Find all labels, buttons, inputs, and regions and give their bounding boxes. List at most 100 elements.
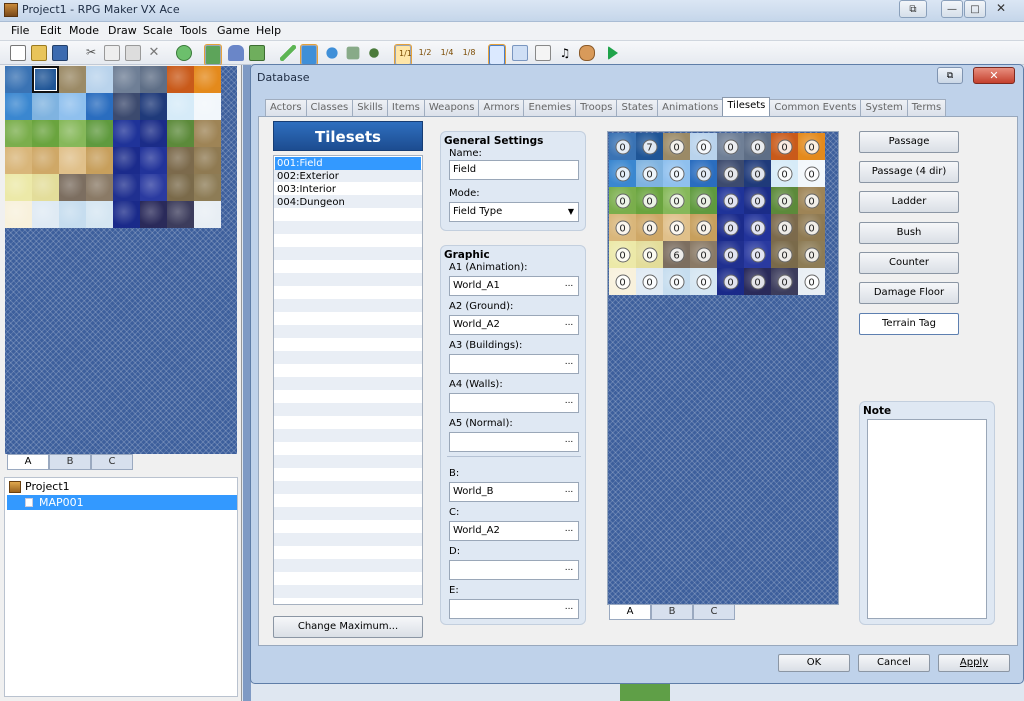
tile[interactable]: 0	[771, 160, 798, 187]
menu-tools[interactable]: Tools	[180, 24, 207, 37]
script-editor-icon[interactable]	[535, 45, 551, 61]
tile[interactable]: 0	[636, 241, 663, 268]
tile[interactable]: 0	[690, 160, 717, 187]
tile[interactable]: 7	[636, 133, 663, 160]
tile[interactable]: 0	[717, 133, 744, 160]
tile[interactable]: 0	[636, 160, 663, 187]
tile[interactable]	[140, 201, 167, 228]
event-layer-icon[interactable]	[228, 45, 244, 61]
note-textarea[interactable]	[867, 419, 987, 619]
cut-icon[interactable]: ✂	[83, 45, 99, 61]
tile[interactable]: 0	[636, 187, 663, 214]
tile[interactable]	[113, 201, 140, 228]
tile[interactable]	[140, 174, 167, 201]
tile[interactable]	[32, 147, 59, 174]
tile[interactable]: 0	[690, 133, 717, 160]
tile[interactable]: 0	[690, 268, 717, 295]
graphic-field-input[interactable]: ...	[449, 599, 579, 619]
tile[interactable]: 0	[771, 133, 798, 160]
new-icon[interactable]	[10, 45, 26, 61]
tile[interactable]: 0	[609, 214, 636, 241]
tile[interactable]: 0	[744, 160, 771, 187]
tile[interactable]: 0	[717, 268, 744, 295]
tile[interactable]: 0	[744, 187, 771, 214]
tile[interactable]: 0	[798, 214, 825, 241]
character-generator-icon[interactable]	[579, 45, 595, 61]
palette-tab-c[interactable]: C	[91, 454, 133, 470]
preview-tab-b[interactable]: B	[651, 604, 693, 620]
menu-scale[interactable]: Scale	[143, 24, 173, 37]
menu-mode[interactable]: Mode	[69, 24, 99, 37]
tile[interactable]: 0	[771, 187, 798, 214]
tile[interactable]	[59, 93, 86, 120]
tab-classes[interactable]: Classes	[305, 99, 354, 116]
tile[interactable]: 0	[717, 214, 744, 241]
tile[interactable]: 0	[609, 187, 636, 214]
graphic-field-input[interactable]: ...	[449, 354, 579, 374]
tile[interactable]: 0	[771, 241, 798, 268]
playtest-icon[interactable]	[608, 46, 618, 60]
tile[interactable]	[86, 93, 113, 120]
shadow-pen-icon[interactable]	[369, 48, 379, 58]
tile[interactable]: 0	[771, 268, 798, 295]
tileset-item-selected[interactable]: 001:Field	[275, 157, 421, 170]
tile[interactable]	[59, 201, 86, 228]
tile[interactable]	[113, 120, 140, 147]
tile[interactable]	[32, 93, 59, 120]
tile[interactable]: 0	[744, 241, 771, 268]
tile[interactable]	[194, 201, 221, 228]
menu-draw[interactable]: Draw	[108, 24, 137, 37]
damage-floor-button[interactable]: Damage Floor	[859, 282, 959, 304]
tile[interactable]: 0	[690, 241, 717, 268]
tile[interactable]	[140, 120, 167, 147]
save-icon[interactable]	[52, 45, 68, 61]
tile[interactable]	[5, 120, 32, 147]
tile[interactable]	[32, 120, 59, 147]
graphic-field-input[interactable]: ...	[449, 393, 579, 413]
tile[interactable]: 0	[798, 133, 825, 160]
close-window-button[interactable]: ✕	[988, 1, 1014, 19]
tile[interactable]: 0	[636, 214, 663, 241]
change-maximum-button[interactable]: Change Maximum...	[273, 616, 423, 638]
tile[interactable]	[113, 66, 140, 93]
menu-game[interactable]: Game	[217, 24, 250, 37]
ellipse-icon[interactable]	[326, 47, 338, 59]
flood-fill-icon[interactable]	[346, 46, 360, 60]
tile[interactable]: 0	[663, 160, 690, 187]
graphic-field-input[interactable]: World_A1...	[449, 276, 579, 296]
mode-select[interactable]: Field Type ▼	[449, 202, 579, 222]
tab-armors[interactable]: Armors	[478, 99, 525, 116]
tileset-preview[interactable]: 0700000000000000000000000000000000600000…	[607, 131, 839, 605]
graphic-field-input[interactable]: World_A2...	[449, 521, 579, 541]
maximize-window-button[interactable]: □	[964, 0, 986, 18]
tile[interactable]	[5, 174, 32, 201]
tile[interactable]: 0	[744, 214, 771, 241]
browse-button[interactable]: ...	[562, 395, 576, 411]
tile[interactable]: 0	[663, 268, 690, 295]
scale-1-8-icon[interactable]: 1/8	[461, 45, 477, 61]
dialog-close-button[interactable]: ✕	[973, 67, 1015, 84]
tile[interactable]: 0	[609, 268, 636, 295]
database-icon[interactable]	[488, 44, 506, 66]
bush-button[interactable]: Bush	[859, 222, 959, 244]
tile[interactable]: 0	[663, 133, 690, 160]
open-icon[interactable]	[31, 45, 47, 61]
tile[interactable]	[86, 201, 113, 228]
tile[interactable]	[32, 174, 59, 201]
tile[interactable]	[167, 174, 194, 201]
tile[interactable]: 0	[690, 187, 717, 214]
tile[interactable]	[32, 201, 59, 228]
tile-palette[interactable]	[5, 66, 237, 454]
apply-button[interactable]: Apply	[938, 654, 1010, 672]
browse-button[interactable]: ...	[562, 484, 576, 500]
tile[interactable]	[5, 93, 32, 120]
tab-tilesets[interactable]: Tilesets	[722, 97, 771, 116]
tile[interactable]: 0	[771, 214, 798, 241]
tile[interactable]	[5, 66, 32, 93]
sound-test-icon[interactable]: ♫	[557, 45, 573, 61]
tab-actors[interactable]: Actors	[265, 99, 307, 116]
tile[interactable]: 0	[798, 160, 825, 187]
passage-button[interactable]: Passage	[859, 131, 959, 153]
undo-icon[interactable]	[176, 45, 192, 61]
graphic-field-input[interactable]: ...	[449, 560, 579, 580]
